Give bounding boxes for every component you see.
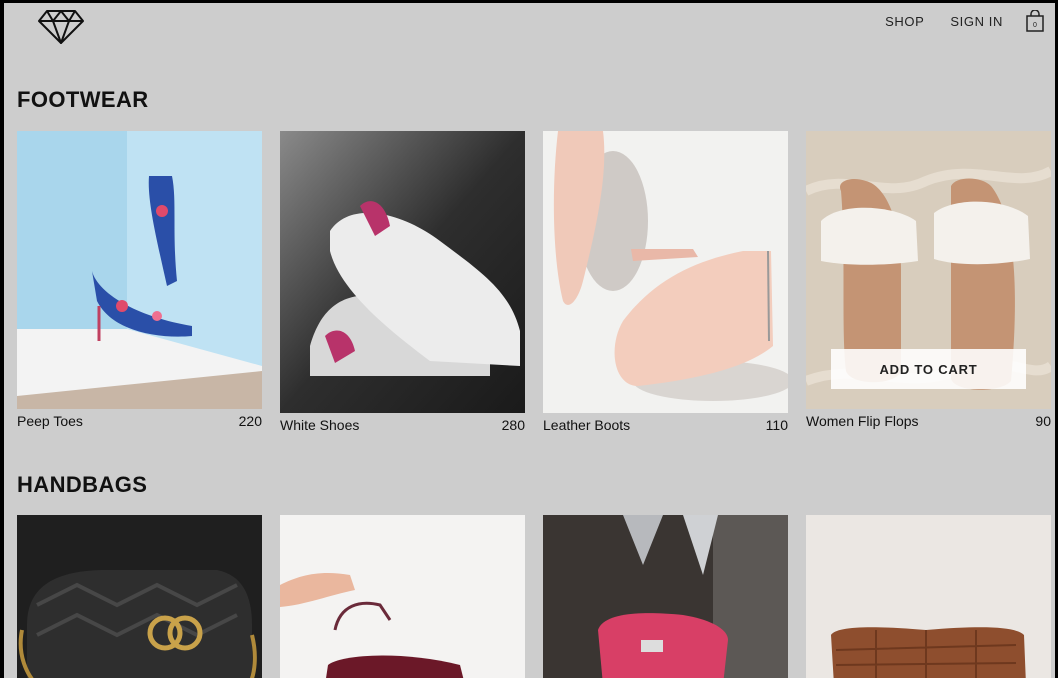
product-image-leather-boots[interactable] xyxy=(543,131,788,413)
cart-count: 0 xyxy=(1033,22,1037,29)
nav-shop-link[interactable]: SHOP xyxy=(885,14,924,30)
page: SHOP SIGN IN 0 FOOTWEAR Peep Toes 220 Wh… xyxy=(4,3,1055,678)
product-meta: Women Flip Flops 90 xyxy=(806,413,1051,429)
product-image-white-shoes[interactable] xyxy=(280,131,525,413)
product-meta: Leather Boots 110 xyxy=(543,417,788,433)
diamond-icon[interactable] xyxy=(38,9,84,45)
product-meta: White Shoes 280 xyxy=(280,417,525,433)
product-name[interactable]: Women Flip Flops xyxy=(806,413,919,429)
product-price: 280 xyxy=(501,417,525,433)
product-card[interactable]: White Shoes 280 xyxy=(280,131,525,433)
product-card[interactable]: Peep Toes 220 xyxy=(17,131,262,433)
product-name[interactable]: Peep Toes xyxy=(17,413,83,429)
product-meta: Peep Toes 220 xyxy=(17,413,262,429)
product-name[interactable]: Leather Boots xyxy=(543,417,630,433)
product-price: 110 xyxy=(765,417,788,433)
product-image-handbag-3[interactable] xyxy=(543,515,788,678)
handbags-grid xyxy=(17,515,1051,678)
section-title-handbags: HANDBAGS xyxy=(17,472,148,497)
add-to-cart-button[interactable]: ADD TO CART xyxy=(831,349,1026,389)
product-image-women-flip-flops[interactable]: ADD TO CART xyxy=(806,131,1051,409)
section-title-footwear: FOOTWEAR xyxy=(17,87,149,112)
product-card[interactable] xyxy=(806,515,1051,678)
product-image-handbag-2[interactable] xyxy=(280,515,525,678)
product-card[interactable]: Leather Boots 110 xyxy=(543,131,788,433)
product-price: 90 xyxy=(1035,413,1051,429)
product-name[interactable]: White Shoes xyxy=(280,417,359,433)
product-image-peep-toes[interactable] xyxy=(17,131,262,409)
product-card[interactable] xyxy=(280,515,525,678)
product-card[interactable] xyxy=(17,515,262,678)
product-price: 220 xyxy=(238,413,262,429)
product-card[interactable]: ADD TO CART Women Flip Flops 90 xyxy=(806,131,1051,433)
footwear-grid: Peep Toes 220 White Shoes 280 Leather Bo… xyxy=(17,131,1051,433)
top-nav: SHOP SIGN IN 0 xyxy=(885,10,1045,33)
product-card[interactable] xyxy=(543,515,788,678)
shopping-bag-icon[interactable]: 0 xyxy=(1025,10,1045,32)
product-image-handbag-1[interactable] xyxy=(17,515,262,678)
product-image-handbag-4[interactable] xyxy=(806,515,1051,678)
nav-sign-in-link[interactable]: SIGN IN xyxy=(950,14,1003,30)
